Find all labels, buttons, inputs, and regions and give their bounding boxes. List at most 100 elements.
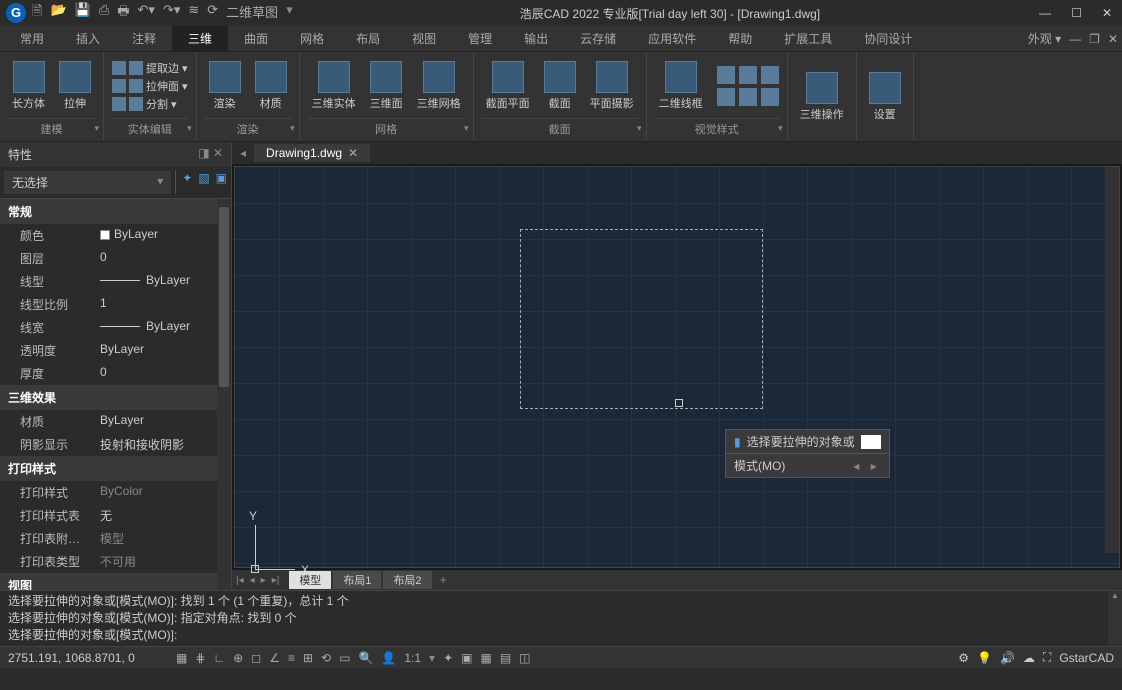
magnifier-toggle[interactable]: 🔍 — [358, 651, 373, 665]
menu-tab-扩展工具[interactable]: 扩展工具 — [768, 26, 848, 51]
visual-style-preset-4[interactable] — [739, 88, 757, 106]
selection-filter[interactable]: 无选择 ▾ — [4, 171, 171, 194]
new-icon[interactable]: 🗎 — [32, 2, 42, 24]
document-tab[interactable]: Drawing1.dwg✕ — [254, 144, 370, 162]
props-row-线型[interactable]: 线型ByLayer — [0, 270, 231, 293]
coordinates-display[interactable]: 2751.191, 1068.8701, 0 — [8, 651, 168, 665]
menu-tab-协同设计[interactable]: 协同设计 — [848, 26, 928, 51]
ribbon-提取边-button[interactable]: 提取边 ▾ — [112, 60, 188, 76]
lineweight-toggle[interactable]: ≡ — [288, 651, 295, 665]
doc-minimize-button[interactable]: — — [1069, 32, 1081, 46]
props-row-打印样式表[interactable]: 打印样式表无 — [0, 504, 231, 527]
menu-tab-曲面[interactable]: 曲面 — [228, 26, 284, 51]
pickadd-icon[interactable]: ✦ — [182, 171, 192, 194]
cloud-icon[interactable]: ☁ — [1023, 651, 1035, 665]
props-row-颜色[interactable]: 颜色ByLayer — [0, 224, 231, 247]
rotate-icon[interactable]: ⟳ — [207, 2, 218, 24]
layers-icon[interactable]: ≋ — [188, 2, 199, 24]
next-layout-icon[interactable]: ▸ — [261, 575, 266, 586]
grid-toggle[interactable]: ▦ — [176, 651, 187, 665]
menu-tab-布局[interactable]: 布局 — [340, 26, 396, 51]
last-layout-icon[interactable]: ▸| — [272, 575, 280, 586]
osnap-toggle[interactable]: ◻ — [251, 651, 261, 665]
ribbon-三维操作-button[interactable]: 三维操作 — [796, 70, 848, 124]
props-row-透明度[interactable]: 透明度ByLayer — [0, 339, 231, 362]
minimize-button[interactable]: — — [1035, 4, 1055, 22]
ribbon-长方体-button[interactable]: 长方体 — [8, 59, 49, 113]
menu-tab-云存储[interactable]: 云存储 — [564, 26, 632, 51]
otrack-toggle[interactable]: ∠ — [269, 651, 280, 665]
model-toggle[interactable]: ▭ — [339, 651, 350, 665]
menu-tab-插入[interactable]: 插入 — [60, 26, 116, 51]
props-row-阴影显示[interactable]: 阴影显示投射和接收阴影 — [0, 433, 231, 456]
menu-tab-常用[interactable]: 常用 — [4, 26, 60, 51]
dynamic-input-toggle[interactable]: ⊞ — [303, 651, 313, 665]
props-row-图层[interactable]: 图层0 — [0, 247, 231, 270]
props-row-打印样式[interactable]: 打印样式ByColor — [0, 481, 231, 504]
ribbon-三维网格-button[interactable]: 三维网格 — [413, 59, 465, 113]
menu-tab-帮助[interactable]: 帮助 — [712, 26, 768, 51]
prev-layout-icon[interactable]: ◂ — [250, 575, 255, 586]
scale-display[interactable]: 1:1 — [404, 651, 421, 665]
undo-icon[interactable]: ↶▾ — [138, 2, 155, 24]
ribbon-二维线框-button[interactable]: 二维线框 — [655, 59, 707, 113]
visual-style-preset-5[interactable] — [761, 88, 779, 106]
ribbon-拉伸-button[interactable]: 拉伸 — [55, 59, 95, 113]
menu-tab-视图[interactable]: 视图 — [396, 26, 452, 51]
s5-icon[interactable]: ◫ — [519, 651, 530, 665]
doc-restore-button[interactable]: ❐ — [1089, 32, 1100, 46]
dynamic-input-field[interactable] — [861, 435, 881, 449]
print-icon[interactable]: 🖶 — [117, 2, 129, 24]
ribbon-平面摄影-button[interactable]: 平面摄影 — [586, 59, 638, 113]
ribbon-截面-button[interactable]: 截面 — [540, 59, 580, 113]
layout-tab-布局1[interactable]: 布局1 — [333, 571, 381, 589]
polar-toggle[interactable]: ⊕ — [233, 651, 243, 665]
menu-tab-网格[interactable]: 网格 — [284, 26, 340, 51]
ribbon-拉伸面-button[interactable]: 拉伸面 ▾ — [112, 78, 188, 94]
maximize-canvas-icon[interactable]: ⛶ — [1043, 650, 1051, 665]
visual-style-preset-3[interactable] — [717, 88, 735, 106]
ribbon-截面平面-button[interactable]: 截面平面 — [482, 59, 534, 113]
properties-scrollbar[interactable] — [217, 199, 231, 590]
props-row-线型比例[interactable]: 线型比例1 — [0, 293, 231, 316]
layout-tab-模型[interactable]: 模型 — [289, 571, 331, 589]
layout-tab-布局2[interactable]: 布局2 — [383, 571, 431, 589]
bulb-icon[interactable]: 💡 — [977, 651, 992, 665]
cycling-toggle[interactable]: ⟲ — [321, 651, 331, 665]
props-section-视图[interactable]: 视图 — [0, 573, 231, 590]
ribbon-设置-button[interactable]: 设置 — [865, 70, 905, 124]
props-row-打印表附…[interactable]: 打印表附…模型 — [0, 527, 231, 550]
ribbon-分割-button[interactable]: 分割 ▾ — [112, 96, 188, 112]
s1-icon[interactable]: ✦ — [443, 651, 453, 665]
visual-style-preset-1[interactable] — [739, 66, 757, 84]
ortho-toggle[interactable]: ∟ — [213, 651, 225, 665]
maximize-button[interactable]: ☐ — [1067, 4, 1086, 22]
s4-icon[interactable]: ▤ — [500, 651, 511, 665]
props-section-打印样式[interactable]: 打印样式 — [0, 456, 231, 481]
close-tab-icon[interactable]: ✕ — [348, 146, 358, 160]
ribbon-渲染-button[interactable]: 渲染 — [205, 59, 245, 113]
first-layout-icon[interactable]: |◂ — [236, 575, 244, 586]
person-icon[interactable]: 👤 — [381, 651, 396, 665]
open-icon[interactable]: 📂 — [50, 2, 66, 24]
menu-tab-管理[interactable]: 管理 — [452, 26, 508, 51]
snap-toggle[interactable]: ⋕ — [195, 651, 205, 665]
close-button[interactable]: ✕ — [1098, 4, 1116, 22]
saveas-icon[interactable]: ⎙ — [99, 2, 109, 24]
ribbon-材质-button[interactable]: 材质 — [251, 59, 291, 113]
props-section-三维效果[interactable]: 三维效果 — [0, 385, 231, 410]
add-layout-button[interactable]: + — [434, 573, 453, 587]
quick-select-icon[interactable]: ▣ — [216, 171, 227, 194]
select-objects-icon[interactable]: ▧ — [198, 171, 209, 194]
save-icon[interactable]: 💾 — [75, 2, 91, 24]
speaker-icon[interactable]: 🔊 — [1000, 651, 1015, 665]
canvas-vertical-scrollbar[interactable] — [1105, 167, 1119, 553]
settings-gear-icon[interactable]: ⚙ — [958, 651, 969, 665]
appearance-dropdown[interactable]: 外观 ▾ — [1028, 30, 1061, 47]
s3-icon[interactable]: ▦ — [480, 651, 491, 665]
ribbon-三维实体-button[interactable]: 三维实体 — [308, 59, 360, 113]
menu-tab-应用软件[interactable]: 应用软件 — [632, 26, 712, 51]
props-row-打印表类型[interactable]: 打印表类型不可用 — [0, 550, 231, 573]
props-row-厚度[interactable]: 厚度0 — [0, 362, 231, 385]
menu-tab-三维[interactable]: 三维 — [172, 26, 228, 51]
